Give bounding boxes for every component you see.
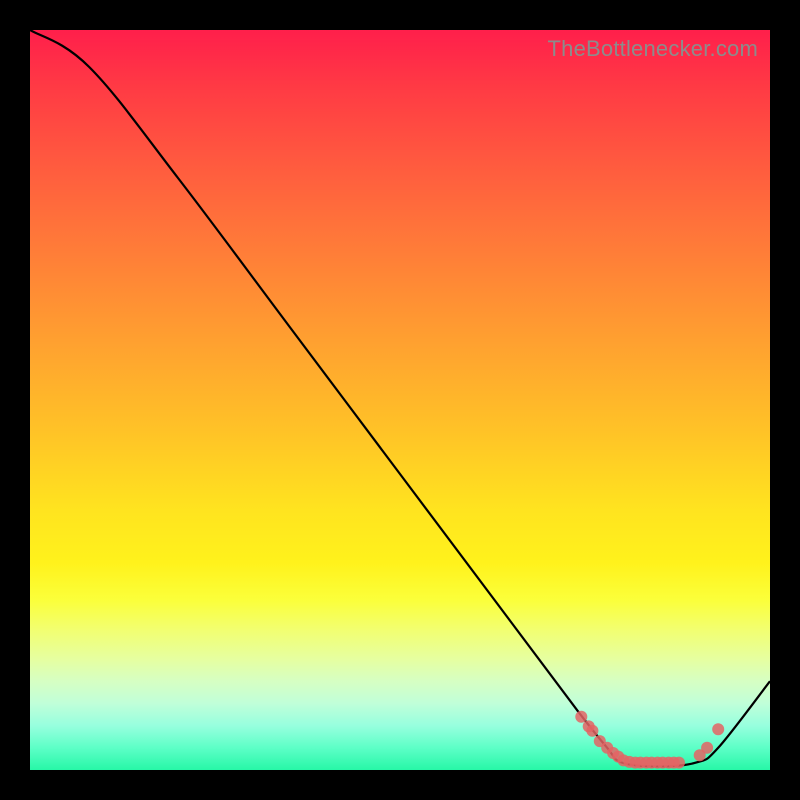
chart-svg — [30, 30, 770, 770]
data-marker — [712, 723, 724, 735]
watermark-text: TheBottlenecker.com — [548, 36, 758, 62]
data-markers — [575, 711, 724, 769]
chart-frame: TheBottlenecker.com — [0, 0, 800, 800]
bottleneck-curve — [30, 30, 770, 766]
data-marker — [575, 711, 587, 723]
data-marker — [586, 725, 598, 737]
data-marker — [673, 757, 685, 769]
data-marker — [701, 742, 713, 754]
plot-area: TheBottlenecker.com — [30, 30, 770, 770]
curve-line — [30, 30, 770, 766]
